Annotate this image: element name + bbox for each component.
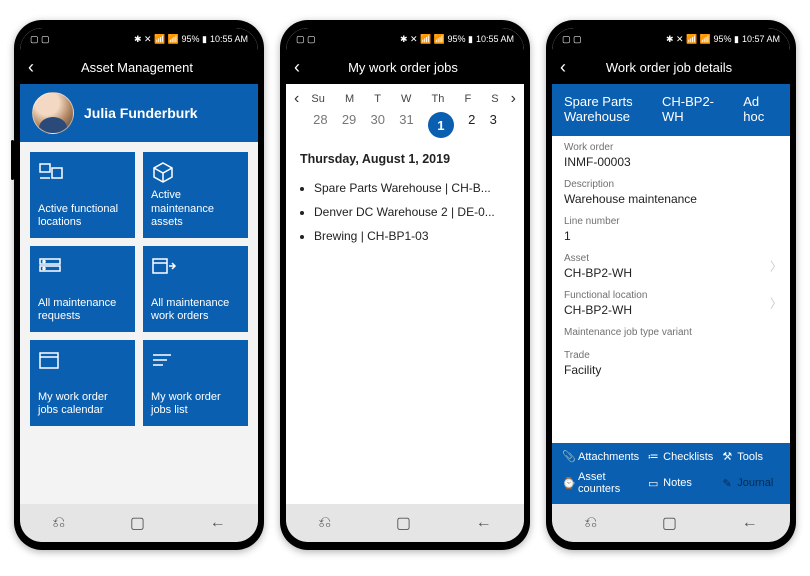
day-label: Su [311,93,324,105]
day-label: T [374,93,381,105]
tab-adhoc[interactable]: Ad hoc [743,94,778,124]
page-title: My work order jobs [290,60,516,75]
field-asset[interactable]: Asset CH-BP2-WH 〉 [552,247,790,284]
tile-work-orders[interactable]: All maintenance work orders [143,246,248,332]
day-label: M [345,93,354,105]
phone-job-details: ▢ ▢ ✱ ✕ 📶 📶 95% ▮ 10:57 AM ‹ Work order … [546,20,796,550]
tile-active-locations[interactable]: Active functional locations [30,152,135,238]
avatar [32,92,74,134]
cal-date[interactable]: 3 [490,112,497,138]
tile-maintenance-requests[interactable]: All maintenance requests [30,246,135,332]
next-week-icon[interactable]: › [509,90,518,108]
prev-week-icon[interactable]: ‹ [292,90,301,108]
tile-label: My work order jobs calendar [38,391,127,419]
action-tools[interactable]: ⚒Tools [719,447,782,466]
list-icon [151,348,240,372]
day-label: Th [432,93,445,105]
nav-back-icon[interactable]: ← [476,514,492,532]
tile-active-assets[interactable]: Active maintenance assets [143,152,248,238]
stack-icon [38,254,127,278]
app-bar: ‹ Work order job details [552,50,790,84]
user-name: Julia Funderburk [84,105,198,121]
cal-date-selected[interactable]: 1 [428,112,454,138]
nav-bar: ⎌ ▢ ← [286,504,524,542]
action-journal[interactable]: ✎Journal [719,468,782,498]
page-title: Asset Management [24,60,250,75]
tile-label: All maintenance work orders [151,297,240,325]
tile-label: All maintenance requests [38,297,127,325]
status-bar: ▢ ▢ ✱ ✕ 📶 📶 95% ▮ 10:55 AM [20,28,258,50]
nav-bar: ⎌ ▢ ← [20,504,258,542]
cube-icon [151,160,240,184]
calendar-arrow-icon [151,254,240,278]
journal-icon: ✎ [721,477,733,490]
nav-back-icon[interactable]: ← [210,514,226,532]
field-trade: Trade Facility [552,344,790,381]
event-item[interactable]: Denver DC Warehouse 2 | DE-0... [314,200,510,224]
recent-icon[interactable]: ⎌ [52,514,65,532]
recent-icon[interactable]: ⎌ [318,514,331,532]
status-bar: ▢ ▢ ✱ ✕ 📶 📶 95% ▮ 10:57 AM [552,28,790,50]
field-line-number: Line number 1 [552,210,790,247]
app-bar: ‹ Asset Management [20,50,258,84]
tile-jobs-calendar[interactable]: My work order jobs calendar [30,340,135,426]
cal-date[interactable]: 28 [313,112,327,138]
detail-body: Work order INMF-00003 Description Wareho… [552,136,790,443]
action-notes[interactable]: ▭Notes [645,468,715,498]
action-attachments[interactable]: 📎Attachments [560,447,641,466]
cal-date[interactable]: 31 [399,112,413,138]
home-icon[interactable]: ▢ [662,513,677,533]
day-label: S [491,93,498,105]
event-item[interactable]: Brewing | CH-BP1-03 [314,224,510,248]
page-title: Work order job details [556,60,782,75]
tile-grid: Active functional locations Active maint… [20,142,258,504]
status-left: ▢ ▢ [30,34,50,45]
tab-warehouse[interactable]: Spare Parts Warehouse [564,94,644,124]
date-heading: Thursday, August 1, 2019 [286,146,524,176]
detail-tabs: Spare Parts Warehouse CH-BP2-WH Ad hoc [552,84,790,136]
day-label: W [401,93,411,105]
field-functional-location[interactable]: Functional location CH-BP2-WH 〉 [552,284,790,321]
nav-bar: ⎌ ▢ ← [552,504,790,542]
counter-icon: ⌚ [562,477,574,490]
phone-work-order-jobs: ▢ ▢ ✱ ✕ 📶 📶 95% ▮ 10:55 AM ‹ My work ord… [280,20,530,550]
field-description: Description Warehouse maintenance [552,173,790,210]
attachment-icon: 📎 [562,450,574,463]
locations-icon [38,160,127,184]
notes-icon: ▭ [647,477,659,490]
action-checklists[interactable]: ≔Checklists [645,447,715,466]
tile-jobs-list[interactable]: My work order jobs list [143,340,248,426]
field-job-variant: Maintenance job type variant [552,321,790,344]
chevron-right-icon: 〉 [770,257,782,274]
nav-back-icon[interactable]: ← [742,514,758,532]
app-bar: ‹ My work order jobs [286,50,524,84]
user-header[interactable]: Julia Funderburk [20,84,258,142]
event-item[interactable]: Spare Parts Warehouse | CH-B... [314,176,510,200]
field-work-order: Work order INMF-00003 [552,136,790,173]
calendar-dates: 28 29 30 31 1 2 3 [286,110,524,146]
action-asset-counters[interactable]: ⌚Asset counters [560,468,641,498]
cal-date[interactable]: 29 [342,112,356,138]
status-bar: ▢ ▢ ✱ ✕ 📶 📶 95% ▮ 10:55 AM [286,28,524,50]
recent-icon[interactable]: ⎌ [584,514,597,532]
home-icon[interactable]: ▢ [130,513,145,533]
tile-label: Active functional locations [38,203,127,231]
cal-date[interactable]: 2 [468,112,475,138]
tools-icon: ⚒ [721,450,733,463]
day-label: F [464,93,471,105]
phone-asset-management: ▢ ▢ ✱ ✕ 📶 📶 95% ▮ 10:55 AM ‹ Asset Manag… [14,20,264,550]
status-right: ✱ ✕ 📶 📶 95% ▮ 10:55 AM [134,34,248,45]
calendar-week-header: ‹ Su M T W Th F S › [286,84,524,110]
cal-date[interactable]: 30 [371,112,385,138]
chevron-right-icon: 〉 [770,294,782,311]
event-list: Spare Parts Warehouse | CH-B... Denver D… [286,176,524,248]
tile-label: Active maintenance assets [151,189,240,230]
home-icon[interactable]: ▢ [396,513,411,533]
tile-label: My work order jobs list [151,391,240,419]
tab-asset[interactable]: CH-BP2-WH [662,94,725,124]
action-bar: 📎Attachments ≔Checklists ⚒Tools ⌚Asset c… [552,443,790,504]
checklist-icon: ≔ [647,450,659,463]
calendar-icon [38,348,127,372]
